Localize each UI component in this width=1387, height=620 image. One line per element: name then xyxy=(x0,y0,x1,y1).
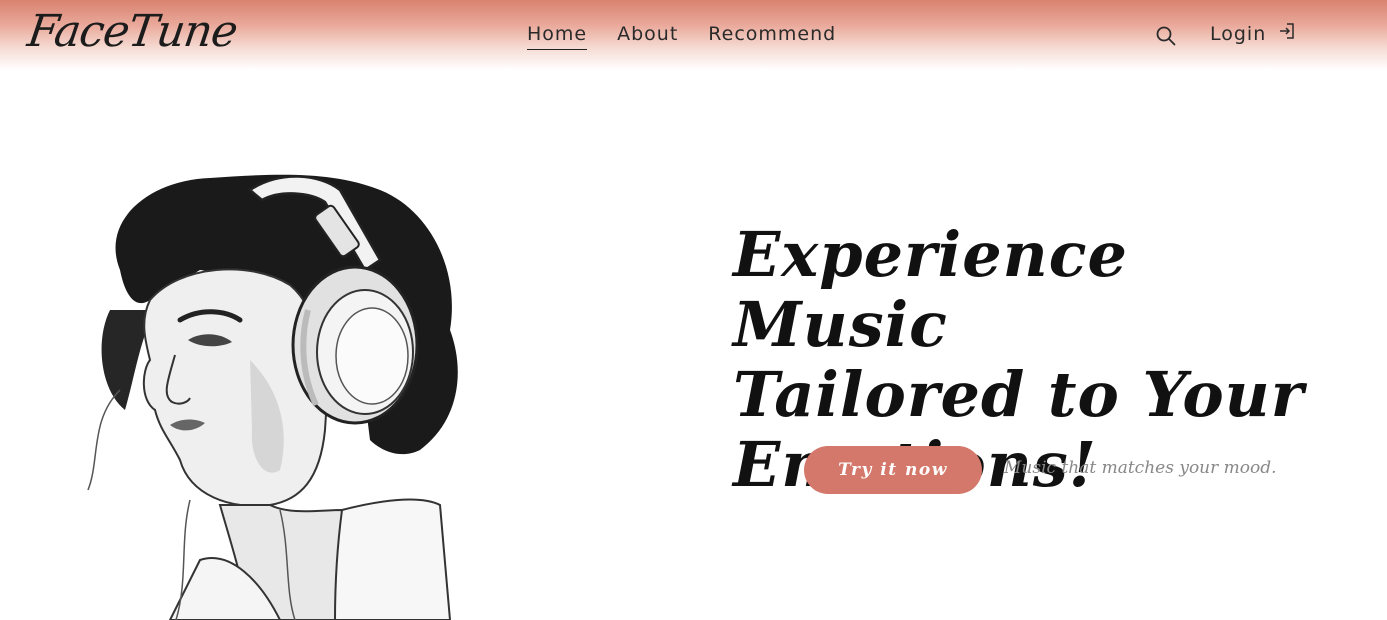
header-bar: FaceTune Home About Recommend Login xyxy=(0,0,1387,70)
login-icon xyxy=(1280,23,1295,39)
headline-line-2: Tailored to Your xyxy=(733,358,1305,431)
headline-line-1: Experience Music xyxy=(733,218,1128,361)
hero-tagline: Music that matches your mood. xyxy=(1004,458,1277,478)
main-nav: Home About Recommend xyxy=(527,22,866,50)
login-button[interactable]: Login xyxy=(1210,22,1296,46)
headphones-woman-illustration xyxy=(87,174,458,620)
landing-page: FaceTune Home About Recommend Login Expe… xyxy=(0,0,1387,620)
nav-item-recommend[interactable]: Recommend xyxy=(708,22,836,46)
nav-item-about[interactable]: About xyxy=(617,22,678,46)
search-icon[interactable] xyxy=(1154,24,1178,48)
logo[interactable]: FaceTune xyxy=(24,2,241,62)
try-it-now-button[interactable]: Try it now xyxy=(804,446,982,494)
login-label: Login xyxy=(1210,23,1267,45)
nav-item-home[interactable]: Home xyxy=(527,22,588,50)
